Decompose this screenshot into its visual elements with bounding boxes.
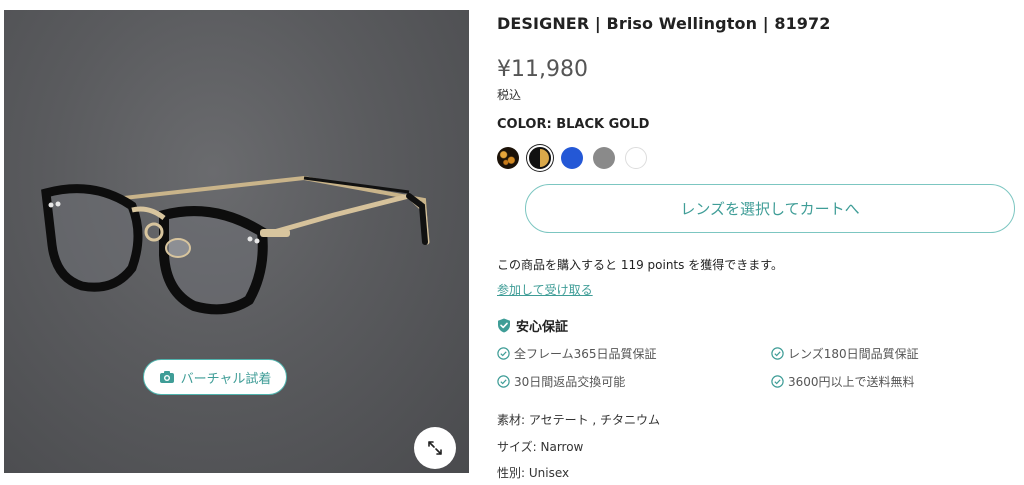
swatch-blue[interactable] <box>561 147 583 169</box>
check-circle-icon <box>497 347 510 360</box>
swatch-tortoise[interactable] <box>497 147 519 169</box>
guarantee-item: 3600円以上で送料無料 <box>771 373 915 390</box>
spec-material: 素材: アセテート , チタニウム <box>497 413 661 427</box>
spec-gender: 性別: Unisex <box>497 466 570 480</box>
shield-check-icon <box>498 318 510 333</box>
color-label: COLOR: BLACK GOLD <box>497 117 650 132</box>
check-circle-icon <box>771 347 784 360</box>
expand-icon <box>428 441 442 455</box>
guarantee-item-label: 3600円以上で送料無料 <box>788 375 915 389</box>
guarantee-item: レンズ180日間品質保証 <box>771 345 919 362</box>
zoom-button[interactable] <box>414 427 456 469</box>
swatch-black-gold[interactable] <box>529 147 551 169</box>
camera-icon <box>159 371 174 383</box>
guarantee-heading: 安心保証 <box>497 316 568 335</box>
spec-size: サイズ: Narrow <box>497 440 584 454</box>
guarantee-item: 全フレーム365日品質保証 <box>497 345 657 362</box>
guarantee-item: 30日間返品交換可能 <box>497 373 625 390</box>
product-title: DESIGNER | Briso Wellington | 81972 <box>497 14 831 33</box>
product-image[interactable]: バーチャル試着 <box>4 10 469 473</box>
swatch-white[interactable] <box>625 147 647 169</box>
guarantee-item-label: レンズ180日間品質保証 <box>788 347 919 361</box>
virtual-tryon-button[interactable]: バーチャル試着 <box>143 359 287 395</box>
tax-note: 税込 <box>497 88 522 102</box>
swatch-grey[interactable] <box>593 147 615 169</box>
product-price: ¥11,980 <box>497 57 588 82</box>
check-circle-icon <box>497 375 510 388</box>
guarantee-item-label: 全フレーム365日品質保証 <box>514 347 657 361</box>
points-text: この商品を購入すると 119 points を獲得できます。 <box>497 258 784 272</box>
color-swatches <box>497 147 647 169</box>
check-circle-icon <box>771 375 784 388</box>
guarantee-item-label: 30日間返品交換可能 <box>514 375 626 389</box>
join-link[interactable]: 参加して受け取る <box>497 281 593 298</box>
glasses-illustration <box>41 175 430 315</box>
guarantee-title: 安心保証 <box>516 320 569 335</box>
select-lens-cart-button[interactable]: レンズを選択してカートへ <box>525 184 1015 233</box>
virtual-tryon-label: バーチャル試着 <box>180 371 272 387</box>
